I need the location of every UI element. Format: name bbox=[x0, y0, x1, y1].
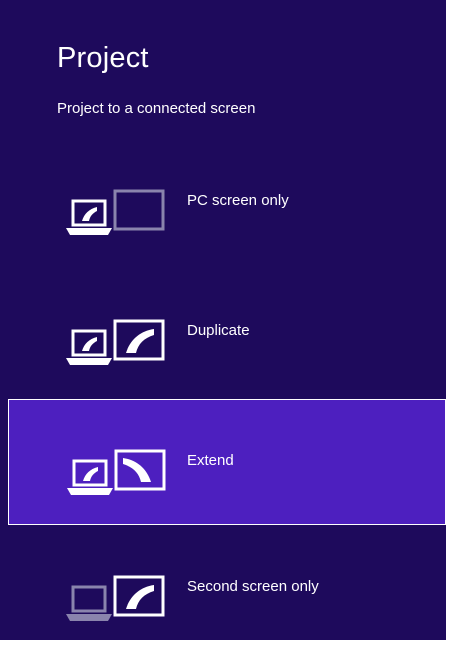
option-label: Extend bbox=[187, 452, 234, 469]
option-second-screen-only[interactable]: Second screen only bbox=[8, 526, 446, 652]
pc-screen-only-icon bbox=[66, 189, 165, 235]
option-label: Duplicate bbox=[187, 322, 250, 339]
option-extend[interactable]: Extend bbox=[8, 399, 446, 525]
project-panel: Project Project to a connected screen PC… bbox=[0, 0, 446, 640]
second-screen-only-icon bbox=[66, 575, 165, 621]
duplicate-icon bbox=[66, 319, 165, 365]
page-subtitle: Project to a connected screen bbox=[57, 100, 256, 117]
page-title: Project bbox=[57, 42, 149, 74]
extend-icon bbox=[67, 449, 166, 495]
option-pc-screen-only[interactable]: PC screen only bbox=[8, 140, 446, 266]
option-label: Second screen only bbox=[187, 578, 319, 595]
option-duplicate[interactable]: Duplicate bbox=[8, 270, 446, 396]
option-label: PC screen only bbox=[187, 192, 289, 209]
